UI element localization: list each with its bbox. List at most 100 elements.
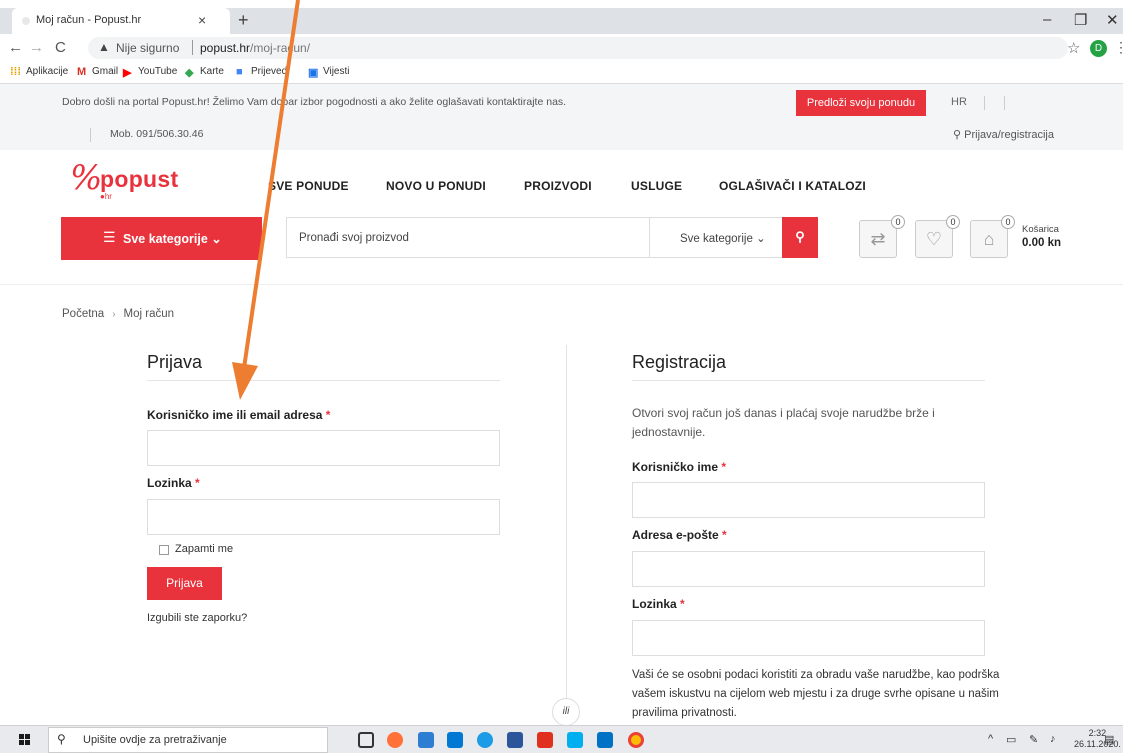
nav-proizvodi[interactable]: PROIZVODI <box>524 179 592 193</box>
store-icon[interactable] <box>447 732 463 748</box>
file-explorer-icon[interactable] <box>418 732 434 748</box>
username-label: Korisničko ime ili email adresa * <box>147 408 330 422</box>
volume-icon[interactable]: ♪ <box>1050 733 1056 745</box>
required-mark: * <box>195 476 200 490</box>
reload-icon[interactable]: C <box>55 39 66 56</box>
omnibox-separator <box>192 40 193 55</box>
maps-icon[interactable]: ◆ <box>185 66 193 79</box>
chevron-down-icon: ⌄ <box>756 233 766 245</box>
register-title: Registracija <box>632 352 727 372</box>
required-mark: * <box>325 408 331 422</box>
cart-label[interactable]: Košarica <box>1022 224 1059 235</box>
url-path: /moj-racun/ <box>250 41 311 55</box>
youtube-icon[interactable]: ▶ <box>123 66 131 79</box>
url-host: popust.hr <box>200 41 251 55</box>
tray-chevron-icon[interactable]: ^ <box>988 733 993 745</box>
taskbar-search[interactable]: ⚲ Upišite ovdje za pretraživanje <box>48 727 328 753</box>
bookmark-karte[interactable]: Karte <box>200 66 224 77</box>
forward-icon[interactable]: → <box>29 39 44 56</box>
tab-close-icon[interactable]: × <box>198 12 206 28</box>
news-icon[interactable]: ▣ <box>308 66 318 79</box>
cart-count: 0 <box>1001 215 1015 229</box>
site-header: % popust ●hr SVE PONUDE NOVO U PONUDI PR… <box>0 150 1123 285</box>
password-field[interactable] <box>147 499 500 535</box>
network-icon[interactable]: ▭ <box>1006 733 1016 746</box>
language-switch[interactable]: HR <box>951 96 967 108</box>
back-icon[interactable]: ← <box>8 39 23 56</box>
bookmark-star-icon[interactable]: ☆ <box>1067 39 1080 57</box>
login-submit-button[interactable]: Prijava <box>147 567 222 600</box>
nav-oglasivaci[interactable]: OGLAŠIVAČI I KATALOZI <box>719 179 866 193</box>
reg-password-label: Lozinka * <box>632 597 685 611</box>
menu-icon[interactable]: ⋮ <box>1114 39 1123 56</box>
url-text[interactable]: popust.hr/moj-racun/ <box>200 41 310 55</box>
firefox-icon[interactable] <box>387 732 403 748</box>
minimize-button[interactable]: – <box>1043 11 1051 28</box>
word-icon[interactable] <box>507 732 523 748</box>
nav-sve-ponude[interactable]: SVE PONUDE <box>268 179 349 193</box>
search-button[interactable]: ⚲ <box>782 217 818 258</box>
remember-me-label[interactable]: Zapamti me <box>175 543 233 555</box>
apps-grid-icon[interactable]: ⁞⁞⁞ <box>10 66 21 78</box>
breadcrumb-home[interactable]: Početna <box>62 308 104 320</box>
nav-novo-u-ponudi[interactable]: NOVO U PONUDI <box>386 179 486 193</box>
logo-percent-mark: % <box>70 158 103 198</box>
notifications-icon[interactable]: ▤ <box>1104 733 1114 746</box>
nav-usluge[interactable]: USLUGE <box>631 179 682 193</box>
outlook-icon[interactable] <box>597 732 613 748</box>
hamburger-icon: ☰ <box>103 229 116 245</box>
compare-count: 0 <box>891 215 905 229</box>
browser-tab-strip: Moj račun - Popust.hr × + – ❐ ✕ <box>0 8 1123 34</box>
bookmark-gmail[interactable]: Gmail <box>92 66 118 77</box>
bookmark-vijesti[interactable]: Vijesti <box>323 66 350 77</box>
bookmark-youtube[interactable]: YouTube <box>138 66 177 77</box>
skype-icon[interactable] <box>567 732 583 748</box>
bookmark-prijevedi[interactable]: Prijevedi <box>251 66 289 77</box>
edge-icon[interactable] <box>477 732 493 748</box>
browser-tab[interactable]: Moj račun - Popust.hr × <box>12 8 230 34</box>
search-bar: Sve kategorije ⌄ ⚲ <box>286 217 818 258</box>
search-category-select[interactable]: Sve kategorije ⌄ <box>649 218 781 257</box>
login-register-link[interactable]: ⚲ Prijava/registracija <box>953 128 1054 141</box>
offer-button[interactable]: Predloži svoju ponudu <box>796 90 926 116</box>
acrobat-icon[interactable] <box>537 732 553 748</box>
username-field[interactable] <box>147 430 500 466</box>
welcome-text: Dobro došli na portal Popust.hr! Želimo … <box>62 96 567 108</box>
all-categories-button[interactable]: ☰ Sve kategorije ⌄ <box>61 217 262 260</box>
reg-password-field[interactable] <box>632 620 985 656</box>
profile-avatar[interactable]: D <box>1090 40 1107 57</box>
pen-icon[interactable]: ✎ <box>1029 733 1038 746</box>
divider <box>984 96 985 110</box>
heart-icon: ♡ <box>925 229 943 249</box>
translate-icon[interactable]: ■ <box>236 66 243 78</box>
reg-password-label-text: Lozinka <box>632 597 677 611</box>
reg-email-field[interactable] <box>632 551 985 587</box>
cart-total[interactable]: 0.00 kn <box>1022 237 1061 249</box>
chrome-icon[interactable] <box>628 732 644 748</box>
privacy-notice: Vaši će se osobni podaci koristiti za ob… <box>632 669 1000 719</box>
search-category-label: Sve kategorije <box>680 233 753 245</box>
insecure-label[interactable]: Nije sigurno <box>116 41 179 55</box>
close-window-button[interactable]: ✕ <box>1106 11 1119 29</box>
warning-icon[interactable]: ▲ <box>98 40 110 54</box>
new-tab-button[interactable]: + <box>238 10 249 31</box>
task-view-icon[interactable] <box>358 732 374 748</box>
logo-suffix-text: hr <box>104 192 112 201</box>
remember-me-checkbox[interactable] <box>159 545 169 555</box>
breadcrumb-current: Moj račun <box>123 308 175 320</box>
address-bar[interactable]: ▲ Nije sigurno popust.hr/moj-racun/ <box>88 37 1068 59</box>
login-register-label: Prijava/registracija <box>964 129 1054 141</box>
bookmark-aplikacije[interactable]: Aplikacije <box>26 66 68 77</box>
search-icon: ⚲ <box>57 732 66 746</box>
required-mark: * <box>721 460 727 474</box>
windows-start-icon[interactable] <box>19 734 31 746</box>
column-divider <box>566 345 567 705</box>
reg-username-field[interactable] <box>632 482 985 518</box>
search-input[interactable] <box>287 218 647 257</box>
lost-password-link[interactable]: Izgubili ste zaporku? <box>147 612 247 624</box>
taskbar-search-placeholder: Upišite ovdje za pretraživanje <box>83 734 227 746</box>
login-title-underline <box>147 380 500 381</box>
address-row: ← → C ▲ Nije sigurno popust.hr/moj-racun… <box>0 34 1123 62</box>
restore-button[interactable]: ❐ <box>1074 11 1087 29</box>
gmail-icon[interactable]: M <box>77 66 86 78</box>
